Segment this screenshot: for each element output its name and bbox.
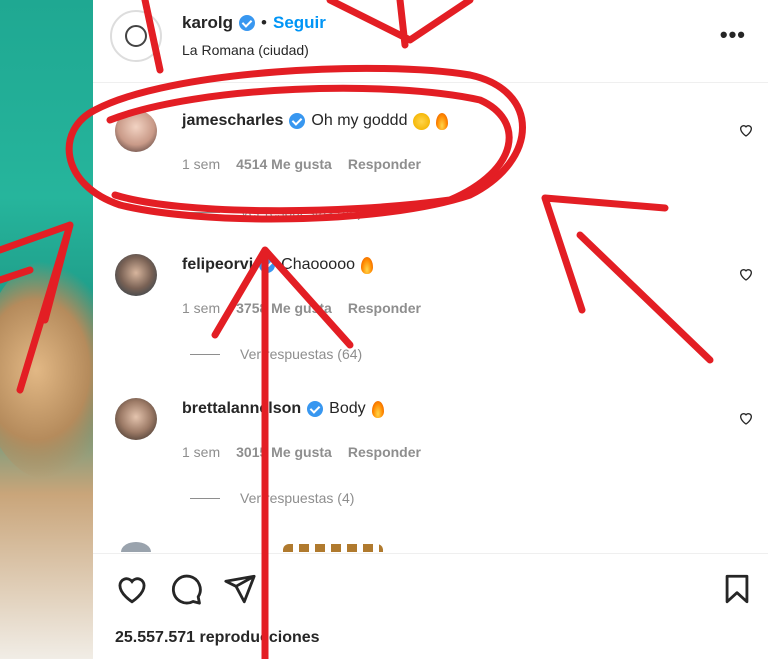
reply-button[interactable]: Responder [348, 156, 421, 172]
view-replies[interactable]: Ver respuestas (4) [190, 490, 354, 506]
replies-divider [190, 353, 220, 355]
verified-icon [239, 15, 256, 31]
comment-text: Chaooooo [281, 256, 355, 273]
view-replies-label[interactable]: Ver respuestas (4) [240, 490, 354, 506]
comment-likes[interactable]: 3758 Me gusta [236, 300, 332, 316]
comment-username[interactable]: felipeorvi [182, 256, 253, 274]
view-replies[interactable]: Ver respuestas (64) [190, 346, 362, 362]
commenter-avatar[interactable] [115, 254, 157, 296]
comment-line: brettalannelson Body [182, 400, 384, 418]
author-avatar[interactable] [110, 10, 162, 62]
commenter-avatar [121, 542, 151, 552]
post-panel: karolg • Seguir La Romana (ciudad) ••• j… [93, 0, 768, 659]
comment-likes[interactable]: 3015 Me gusta [236, 444, 332, 460]
comment-line: jamescharles Oh my goddd [182, 112, 449, 130]
more-icon[interactable]: ••• [720, 22, 746, 48]
comment-time: 1 sem [182, 444, 221, 460]
comment-meta: 1 sem 3015 Me gusta Responder [182, 444, 421, 460]
comment-text: Body [329, 400, 366, 417]
separator: • [261, 13, 267, 32]
commenter-avatar[interactable] [115, 398, 157, 440]
fire-emoji-icon [371, 400, 384, 418]
next-comment-partial [93, 540, 768, 552]
comment-likes[interactable]: 4514 Me gusta [236, 156, 332, 172]
heart-eyes-emoji-icon [413, 112, 431, 130]
verified-icon [289, 113, 306, 129]
like-comment-heart-icon[interactable] [738, 410, 754, 426]
comment-meta: 1 sem 3758 Me gusta Responder [182, 300, 421, 316]
reply-button[interactable]: Responder [348, 444, 421, 460]
post-location[interactable]: La Romana (ciudad) [182, 42, 309, 58]
comment-icon[interactable] [169, 572, 203, 606]
like-comment-heart-icon[interactable] [738, 266, 754, 282]
view-replies[interactable]: Ver respuestas (40) [190, 204, 362, 220]
follow-button[interactable]: Seguir [273, 13, 326, 33]
comment-username[interactable]: jamescharles [182, 112, 283, 130]
author-username[interactable]: karolg [182, 13, 233, 33]
replies-divider [190, 497, 220, 499]
share-icon[interactable] [223, 572, 257, 606]
media-detail [0, 260, 93, 480]
post-media[interactable] [0, 0, 93, 659]
views-count: 25.557.571 reproducciones [115, 629, 320, 646]
like-comment-heart-icon[interactable] [738, 122, 754, 138]
comment-time: 1 sem [182, 156, 221, 172]
comment-meta: 1 sem 4514 Me gusta Responder [182, 156, 421, 172]
bookmark-icon[interactable] [720, 572, 754, 606]
fire-emoji-icon [360, 256, 373, 274]
action-bar: 25.557.571 reproducciones [93, 553, 768, 660]
verified-icon [307, 401, 324, 417]
heart-icon[interactable] [115, 572, 149, 606]
post-header: karolg • Seguir La Romana (ciudad) ••• [93, 0, 768, 83]
author-line: karolg • Seguir [182, 13, 326, 33]
comment-text: Oh my goddd [311, 112, 408, 129]
view-replies-label[interactable]: Ver respuestas (64) [240, 346, 362, 362]
view-replies-label[interactable]: Ver respuestas (40) [240, 204, 362, 220]
fire-emoji-icon [436, 112, 449, 130]
reply-button[interactable]: Responder [348, 300, 421, 316]
comment-line: felipeorvi Chaooooo [182, 256, 373, 274]
replies-divider [190, 211, 220, 213]
emoji-row [283, 544, 383, 552]
comment-username[interactable]: brettalannelson [182, 400, 301, 418]
verified-icon [259, 257, 276, 273]
comment-time: 1 sem [182, 300, 221, 316]
commenter-avatar[interactable] [115, 110, 157, 152]
